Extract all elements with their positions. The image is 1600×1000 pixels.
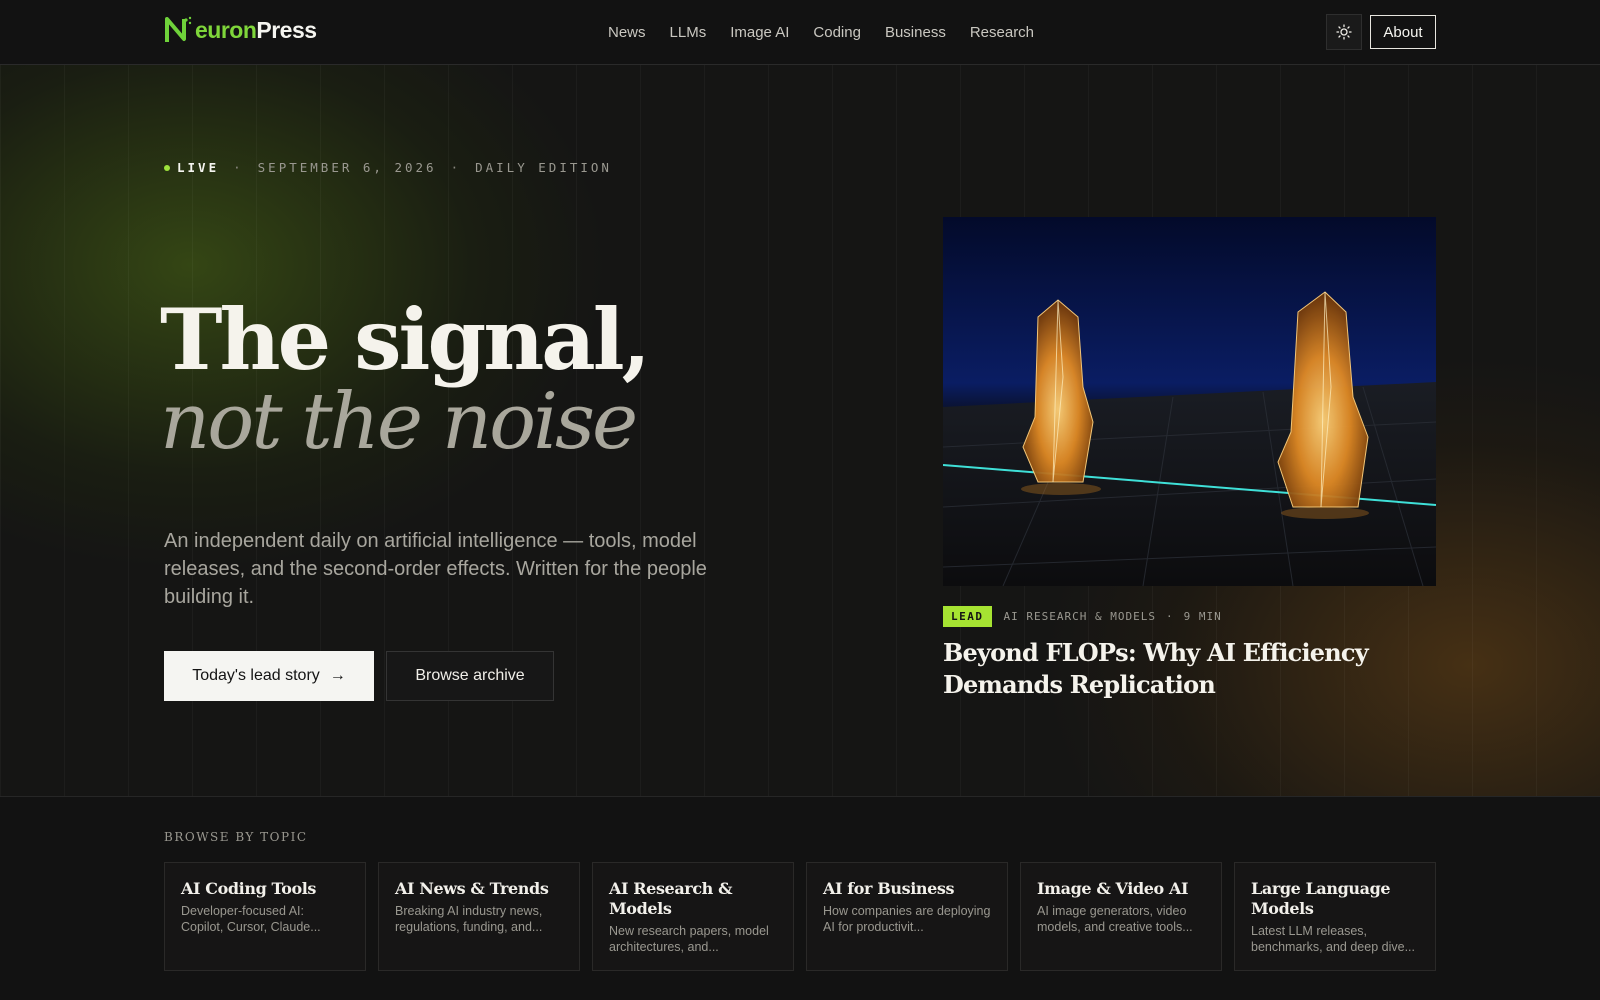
topic-description: New research papers, model architectures…	[609, 924, 769, 954]
about-button[interactable]: About	[1370, 15, 1436, 49]
logo[interactable]: euronPress	[164, 15, 317, 45]
logo-icon	[165, 16, 192, 42]
topic-description: AI image generators, video models, and c…	[1037, 904, 1193, 934]
topic-title: AI for Business	[823, 879, 955, 898]
main-nav: News LLMs Image AI Coding Business Resea…	[596, 0, 1046, 65]
topic-title: Image & Video AI	[1037, 879, 1189, 898]
sun-icon	[1336, 24, 1352, 40]
lead-story-button[interactable]: Today's lead story →	[164, 651, 374, 701]
lead-story-image[interactable]	[943, 217, 1436, 586]
lead-category[interactable]: AI RESEARCH & MODELS	[1004, 610, 1156, 623]
headline-line-1: The signal,	[160, 290, 651, 389]
nav-business[interactable]: Business	[873, 0, 958, 65]
lead-read-time: 9 MIN	[1183, 610, 1222, 623]
edition-date: SEPTEMBER 6, 2026	[257, 160, 437, 175]
lead-meta-separator: ·	[1165, 610, 1174, 623]
nav-research[interactable]: Research	[958, 0, 1046, 65]
nav-image-ai[interactable]: Image AI	[718, 0, 801, 65]
topic-title: AI Coding Tools	[181, 879, 317, 898]
lead-story-title[interactable]: Beyond FLOPs: Why AI Efficiency Demands …	[943, 637, 1443, 701]
nav-news[interactable]: News	[596, 0, 658, 65]
live-dot-icon	[164, 164, 170, 171]
hero-headline: The signal, not the noise	[160, 290, 651, 467]
edition-separator: ·	[233, 160, 244, 175]
edition-separator: ·	[450, 160, 462, 175]
topic-description: How companies are deploying AI for produ…	[823, 904, 991, 934]
topic-title: Large Language Models	[1251, 879, 1391, 918]
nav-llms[interactable]: LLMs	[658, 0, 719, 65]
browse-archive-button[interactable]: Browse archive	[386, 651, 554, 701]
topics-grid: AI Coding Tools Developer-focused AI: Co…	[164, 862, 1436, 971]
hero-section: LIVE · SEPTEMBER 6, 2026 · DAILY EDITION…	[0, 65, 1600, 797]
headline-line-2: not the noise	[160, 377, 638, 467]
hero-subhead: An independent daily on artificial intel…	[164, 530, 707, 608]
logo-text-white: Press	[256, 16, 317, 43]
topic-title: AI Research & Models	[609, 879, 733, 918]
lead-badge: LEAD	[943, 606, 992, 627]
site-header: euronPress News LLMs Image AI Coding Bus…	[0, 0, 1600, 65]
topic-card-ai-for-business[interactable]: AI for Business How companies are deploy…	[806, 862, 1008, 971]
theme-toggle-button[interactable]	[1326, 14, 1362, 50]
topic-card-ai-news-trends[interactable]: AI News & Trends Breaking AI industry ne…	[378, 862, 580, 971]
topic-title: AI News & Trends	[395, 879, 549, 898]
topic-card-ai-research-models[interactable]: AI Research & Models New research papers…	[592, 862, 794, 971]
lead-story-button-label: Today's lead story	[192, 667, 320, 684]
edition-name: DAILY EDITION	[475, 160, 612, 175]
topic-description: Latest LLM releases, benchmarks, and dee…	[1251, 924, 1415, 954]
topic-card-large-language-models[interactable]: Large Language Models Latest LLM release…	[1234, 862, 1436, 971]
nav-coding[interactable]: Coding	[801, 0, 873, 65]
lead-story-meta: LEAD AI RESEARCH & MODELS · 9 MIN	[943, 606, 1222, 627]
topic-card-ai-coding-tools[interactable]: AI Coding Tools Developer-focused AI: Co…	[164, 862, 366, 971]
arrow-right-icon: →	[329, 667, 346, 684]
crystals-illustration	[943, 217, 1436, 586]
topics-heading: BROWSE BY TOPIC	[164, 830, 308, 844]
edition-line: LIVE · SEPTEMBER 6, 2026 · DAILY EDITION	[164, 160, 612, 175]
live-label: LIVE	[177, 160, 220, 175]
topic-description: Breaking AI industry news, regulations, …	[395, 904, 543, 934]
topic-card-image-video-ai[interactable]: Image & Video AI AI image generators, vi…	[1020, 862, 1222, 971]
logo-text-green: euron	[195, 16, 257, 43]
topic-description: Developer-focused AI: Copilot, Cursor, C…	[181, 904, 321, 934]
